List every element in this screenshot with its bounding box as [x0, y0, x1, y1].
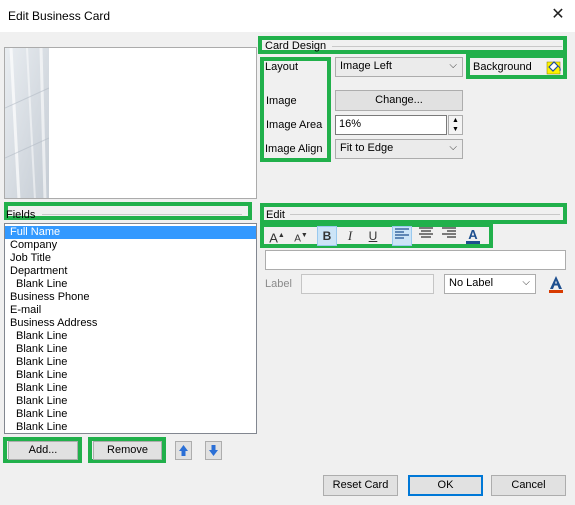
underline-button[interactable]: U [363, 226, 383, 246]
edit-label: Edit [266, 209, 285, 221]
grow-font-button[interactable]: A▲ [267, 226, 287, 246]
cancel-button[interactable]: Cancel [491, 475, 566, 496]
edit-divider [290, 214, 560, 215]
shrink-font-icon: A [294, 233, 301, 245]
image-label: Image [266, 95, 297, 107]
arrow-up-icon [179, 445, 188, 456]
field-list-item[interactable]: Company [5, 239, 256, 252]
bold-button[interactable]: B [317, 226, 337, 246]
shrink-font-button[interactable]: A▼ [291, 226, 311, 246]
chevron-down-icon: ⌵ [449, 142, 457, 153]
fields-divider [42, 214, 242, 215]
card-preview [4, 47, 257, 199]
italic-button[interactable]: I [340, 226, 360, 246]
image-align-value: Fit to Edge [340, 142, 394, 154]
chevron-down-icon: ⌵ [522, 277, 530, 288]
label-position-dropdown[interactable]: No Label ⌵ [444, 274, 536, 294]
field-list-item[interactable]: Blank Line [5, 343, 256, 356]
chevron-down-icon: ⌵ [449, 60, 457, 71]
spin-down-icon[interactable]: ▼ [449, 125, 462, 134]
fields-list[interactable]: Full Name Company Job Title Department Blank… [4, 223, 257, 434]
image-area-value: 16% [339, 118, 362, 130]
paint-bucket-icon[interactable] [545, 58, 563, 76]
change-image-button[interactable]: Change... [335, 90, 463, 111]
field-list-item[interactable]: E-mail [5, 304, 256, 317]
grow-font-icon: A [269, 230, 278, 246]
field-list-item[interactable]: Full Name [5, 226, 256, 239]
move-down-button[interactable] [205, 441, 222, 460]
arrow-down-icon [209, 445, 218, 456]
align-right-icon [442, 227, 456, 238]
image-area-spinner[interactable]: ▲ ▼ [448, 115, 463, 135]
label-font-color-icon [549, 276, 563, 293]
field-list-item[interactable]: Blank Line [5, 278, 256, 291]
image-area-input[interactable]: 16% [335, 115, 447, 135]
add-field-button[interactable]: Add... [8, 441, 78, 460]
field-list-item[interactable]: Job Title [5, 252, 256, 265]
card-design-divider [332, 46, 562, 47]
window-title: Edit Business Card [8, 9, 111, 23]
align-left-button[interactable] [392, 226, 412, 246]
field-list-item[interactable]: Blank Line [5, 356, 256, 369]
field-list-item[interactable]: Blank Line [5, 395, 256, 408]
field-list-item[interactable]: Department [5, 265, 256, 278]
field-list-item[interactable]: Business Phone [5, 291, 256, 304]
font-color-icon: A [468, 227, 478, 242]
layout-label: Layout [265, 61, 299, 73]
label-caption: Label [265, 278, 292, 290]
label-position-value: No Label [449, 277, 494, 289]
spin-up-icon[interactable]: ▲ [449, 116, 462, 125]
label-color-button[interactable] [546, 274, 566, 294]
align-center-button[interactable] [416, 226, 436, 246]
fields-label: Fields [6, 209, 36, 221]
remove-field-button[interactable]: Remove [93, 441, 162, 460]
image-align-dropdown[interactable]: Fit to Edge ⌵ [335, 139, 463, 159]
card-image-graphic [5, 48, 256, 198]
card-design-label: Card Design [265, 40, 327, 52]
field-list-item[interactable]: Business Address [5, 317, 256, 330]
fields-highlight [4, 202, 252, 220]
align-center-icon [419, 227, 433, 238]
field-list-item[interactable]: Blank Line [5, 382, 256, 395]
field-list-item[interactable]: Blank Line [5, 421, 256, 433]
font-color-button[interactable]: A [463, 225, 483, 245]
background-label: Background [473, 61, 532, 73]
ok-button[interactable]: OK [408, 475, 483, 496]
layout-value: Image Left [340, 60, 392, 72]
font-color-swatch [466, 241, 480, 244]
reset-card-button[interactable]: Reset Card [323, 475, 398, 496]
layout-dropdown[interactable]: Image Left ⌵ [335, 57, 463, 77]
label-input[interactable] [301, 274, 434, 294]
align-left-icon [395, 228, 409, 239]
align-right-button[interactable] [439, 226, 459, 246]
field-text-input[interactable] [265, 250, 566, 270]
image-area-label: Image Area [266, 119, 323, 131]
image-align-label: Image Align [265, 143, 323, 155]
move-up-button[interactable] [175, 441, 192, 460]
field-list-item[interactable]: Blank Line [5, 408, 256, 421]
field-list-item[interactable]: Blank Line [5, 369, 256, 382]
close-icon[interactable]: ✕ [548, 5, 568, 25]
field-list-item[interactable]: Blank Line [5, 330, 256, 343]
